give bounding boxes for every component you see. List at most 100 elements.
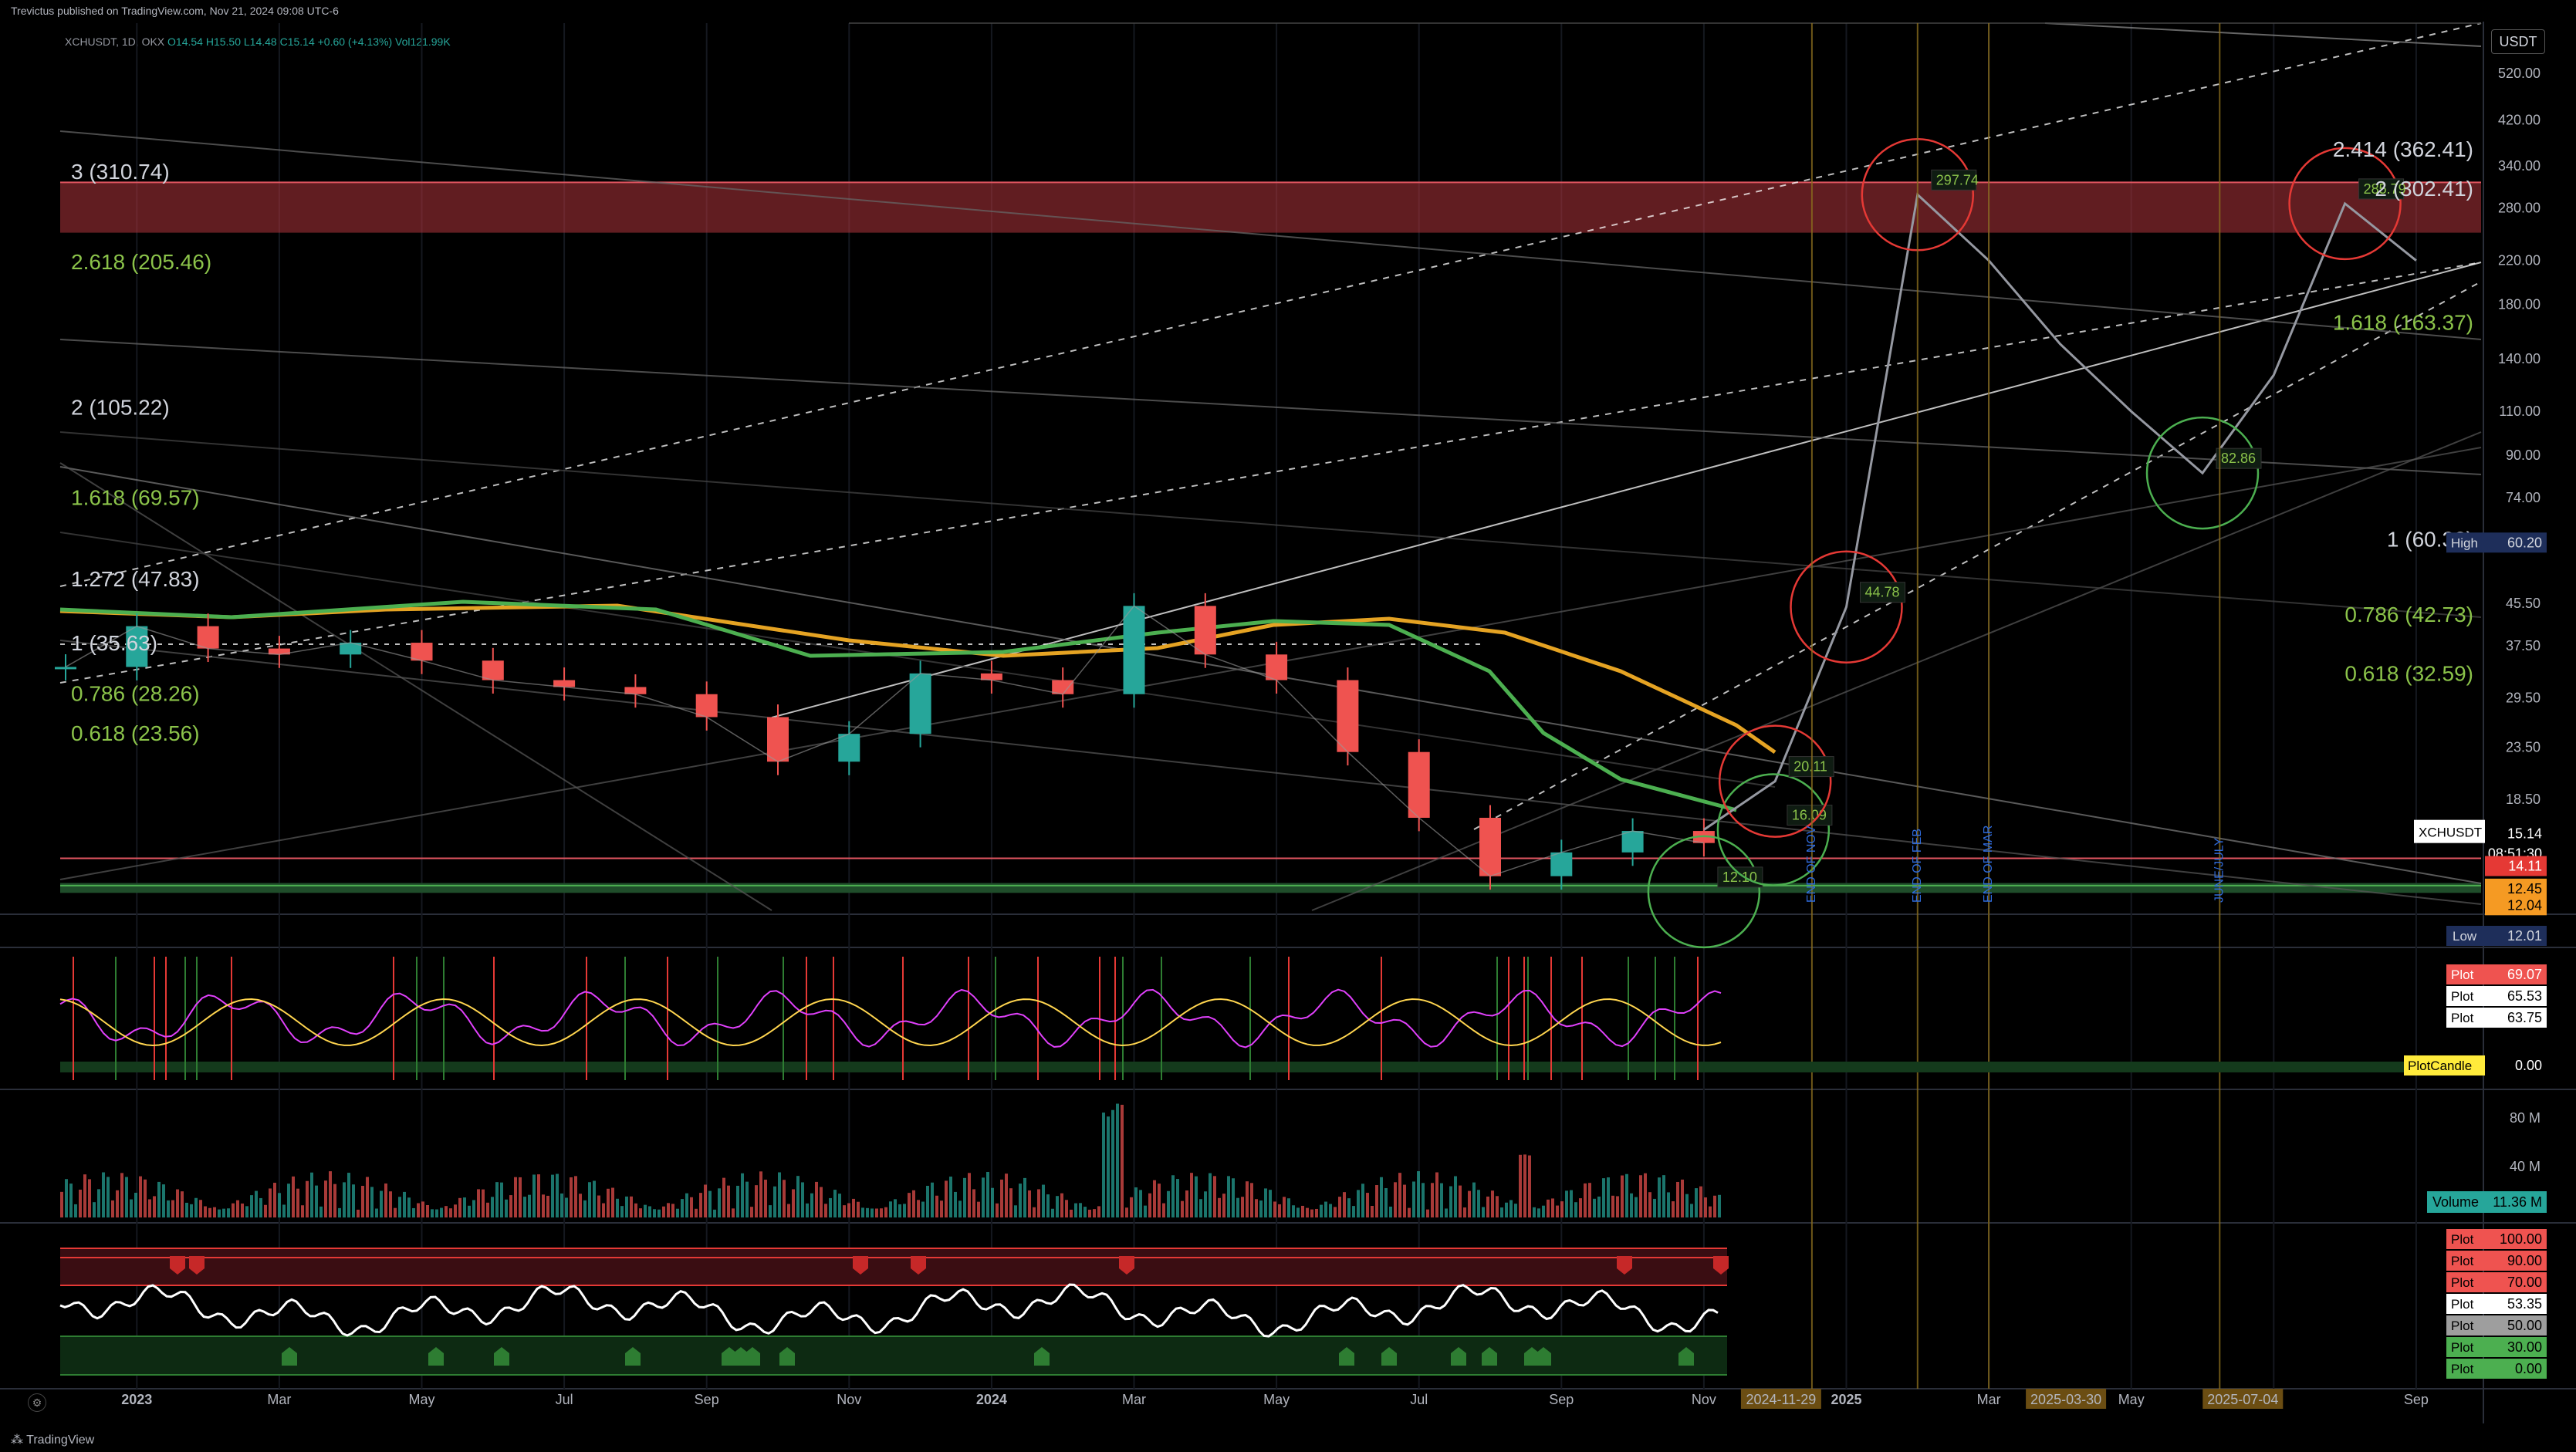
volume-bar: [1028, 1190, 1031, 1217]
volume-bar: [491, 1197, 494, 1217]
volume-bar: [1037, 1189, 1040, 1217]
volume-bar: [60, 1191, 63, 1217]
volume-bar: [1454, 1176, 1457, 1217]
volume-bar: [602, 1203, 605, 1217]
volume-bar: [1273, 1201, 1276, 1217]
rsi-plot-tag: Plot: [2451, 1232, 2474, 1247]
volume-bar: [306, 1180, 309, 1217]
volume-bar: [1361, 1184, 1364, 1217]
volume-bar: [898, 1204, 901, 1217]
volume-bar: [333, 1184, 336, 1217]
volume-bar: [343, 1182, 346, 1217]
volume-bar: [162, 1184, 165, 1217]
volume-bar: [1171, 1175, 1175, 1217]
volume-bar: [1093, 1209, 1096, 1217]
price-candle: [695, 694, 718, 718]
support-green-zone: [60, 883, 2481, 893]
volume-bar: [551, 1174, 554, 1217]
volume-bar: [616, 1198, 619, 1217]
fib-label-left: 0.618 (23.56): [71, 721, 200, 745]
volume-bar: [208, 1207, 211, 1217]
volume-bar: [139, 1176, 142, 1217]
volume-bar: [232, 1203, 235, 1217]
price-axis-label: 220.00: [2498, 253, 2541, 268]
price-candle: [909, 673, 931, 734]
volume-bar: [579, 1194, 582, 1217]
volume-bar: [1056, 1196, 1059, 1217]
volume-bar: [1537, 1208, 1540, 1217]
volume-bar: [375, 1208, 378, 1217]
level-price-orange: 12.45: [2507, 881, 2542, 897]
volume-bar: [644, 1204, 647, 1217]
volume-bar: [69, 1184, 73, 1217]
volume-bar: [449, 1208, 452, 1217]
volume-bar: [986, 1171, 989, 1217]
volume-bar: [315, 1185, 318, 1217]
volume-bar: [889, 1201, 892, 1217]
trend-line: [59, 532, 1776, 788]
osc-line-fast: [59, 988, 1722, 1048]
osc-green-band: [60, 1062, 2481, 1072]
main-chart[interactable]: 12.1016.0920.1144.78297.7482.86285.79END…: [0, 0, 2576, 1452]
osc-plot-value: 65.53: [2507, 988, 2542, 1004]
volume-bar: [806, 1203, 809, 1217]
time-axis-label: 2025-07-04: [2207, 1392, 2278, 1407]
volume-bar: [1227, 1176, 1230, 1217]
volume-bar: [218, 1209, 221, 1217]
volume-bar: [1482, 1207, 1485, 1217]
price-candle: [1123, 606, 1145, 694]
volume-bar: [222, 1208, 225, 1217]
time-axis-label: Sep: [695, 1392, 719, 1407]
gear-icon[interactable]: ⚙: [28, 1393, 46, 1412]
volume-bar: [88, 1179, 91, 1217]
volume-bar: [1371, 1206, 1374, 1217]
volume-bar: [1533, 1207, 1536, 1217]
volume-bar: [106, 1177, 110, 1217]
time-axis-label: Nov: [1692, 1392, 1716, 1407]
volume-bar: [370, 1187, 374, 1217]
volume-bar: [607, 1188, 610, 1217]
volume-bar: [704, 1184, 707, 1217]
volume-bar: [1000, 1179, 1003, 1217]
volume-bar: [523, 1197, 526, 1217]
volume-bar: [1097, 1206, 1100, 1217]
volume-bar: [264, 1204, 267, 1217]
price-axis-label: 110.00: [2499, 404, 2541, 419]
time-axis-label: May: [2118, 1392, 2145, 1407]
volume-bar: [1121, 1104, 1124, 1217]
volume-bar: [1528, 1155, 1531, 1217]
event-label: JUNE/JULY: [2213, 838, 2226, 903]
volume-bar: [838, 1194, 841, 1217]
volume-bar: [755, 1185, 758, 1217]
volume-axis-label: 40 M: [2510, 1159, 2541, 1174]
volume-bar: [1486, 1196, 1489, 1217]
time-axis-label: Mar: [267, 1392, 291, 1407]
volume-bar: [259, 1197, 262, 1217]
volume-bar: [1625, 1173, 1628, 1217]
unit-badge[interactable]: USDT: [2491, 29, 2545, 54]
price-candle: [1408, 751, 1430, 818]
time-axis-label: Jul: [1410, 1392, 1428, 1407]
volume-bar: [347, 1173, 350, 1217]
volume-bar: [204, 1206, 207, 1217]
volume-bar: [171, 1200, 174, 1217]
volume-bar: [588, 1182, 591, 1217]
volume-bar: [440, 1207, 443, 1217]
volume-bar: [857, 1201, 860, 1217]
volume-bar: [861, 1207, 864, 1217]
volume-bar: [690, 1197, 693, 1217]
volume-bar: [1125, 1207, 1128, 1217]
volume-bar: [662, 1206, 665, 1217]
volume-bar: [93, 1202, 96, 1217]
volume-bar: [287, 1184, 290, 1217]
volume-bar: [1635, 1197, 1638, 1217]
volume-bar: [125, 1177, 128, 1217]
volume-bar: [144, 1179, 147, 1217]
volume-bar: [389, 1191, 392, 1217]
volume-bar: [190, 1204, 193, 1217]
volume-bar: [394, 1207, 397, 1217]
volume-bar: [1259, 1200, 1263, 1217]
rsi-plot-tag: Plot: [2451, 1254, 2474, 1268]
volume-bar: [1352, 1206, 1355, 1217]
volume-bar: [463, 1197, 466, 1217]
